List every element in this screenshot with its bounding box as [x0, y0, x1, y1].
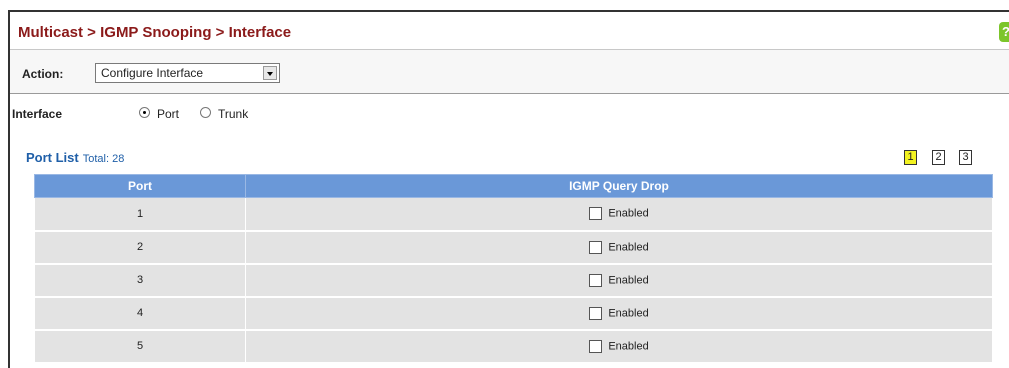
- action-select-value: Configure Interface: [101, 66, 204, 80]
- port-list-title: Port List: [26, 150, 79, 165]
- port-cell: 5: [34, 329, 246, 364]
- radio-trunk-label[interactable]: Trunk: [218, 107, 248, 121]
- query-drop-cell: Enabled: [245, 296, 993, 331]
- page-3-button[interactable]: 3: [959, 150, 972, 165]
- port-cell: 4: [34, 296, 246, 331]
- action-select[interactable]: Configure Interface: [95, 63, 280, 83]
- enabled-checkbox[interactable]: [589, 273, 603, 287]
- enabled-label: Enabled: [608, 340, 649, 352]
- table-row: 1 Enabled: [34, 197, 993, 232]
- query-drop-cell: Enabled: [245, 263, 993, 298]
- enabled-checkbox[interactable]: [589, 339, 603, 353]
- query-drop-cell: Enabled: [245, 197, 993, 232]
- title-bar: Multicast > IGMP Snooping > Interface ?: [10, 12, 1009, 50]
- enabled-label: Enabled: [608, 241, 649, 253]
- table-row: 2 Enabled: [34, 230, 993, 265]
- action-label: Action:: [22, 67, 64, 81]
- port-table: Port IGMP Query Drop 1 Enabled 2 Enabled…: [34, 174, 993, 364]
- column-header-igmp-query-drop: IGMP Query Drop: [245, 174, 993, 198]
- port-cell: 1: [34, 197, 246, 232]
- radio-port[interactable]: [139, 107, 150, 118]
- table-row: 5 Enabled: [34, 329, 993, 364]
- chevron-down-icon[interactable]: [263, 66, 277, 80]
- enabled-label: Enabled: [608, 307, 649, 319]
- action-bar: Action: Configure Interface: [10, 50, 1009, 94]
- table-header-row: Port IGMP Query Drop: [34, 174, 993, 198]
- table-row: 4 Enabled: [34, 296, 993, 331]
- radio-trunk[interactable]: [200, 107, 211, 118]
- enabled-checkbox[interactable]: [589, 306, 603, 320]
- column-header-port: Port: [34, 174, 246, 198]
- page-2-button[interactable]: 2: [932, 150, 945, 165]
- interface-label: Interface: [12, 107, 63, 121]
- page-1-button[interactable]: 1: [904, 150, 917, 165]
- port-list-total: Total: 28: [82, 153, 125, 165]
- enabled-checkbox[interactable]: [589, 207, 603, 221]
- enabled-label: Enabled: [608, 274, 649, 286]
- table-row: 3 Enabled: [34, 263, 993, 298]
- radio-port-label[interactable]: Port: [157, 107, 179, 121]
- query-drop-cell: Enabled: [245, 329, 993, 364]
- page-title: Multicast > IGMP Snooping > Interface: [18, 24, 292, 41]
- port-cell: 3: [34, 263, 246, 298]
- enabled-checkbox[interactable]: [589, 240, 603, 254]
- query-drop-cell: Enabled: [245, 230, 993, 265]
- enabled-label: Enabled: [608, 207, 649, 220]
- port-list-header: Port List Total: 28: [26, 150, 124, 165]
- port-cell: 2: [34, 230, 246, 265]
- help-icon[interactable]: ?: [999, 22, 1009, 42]
